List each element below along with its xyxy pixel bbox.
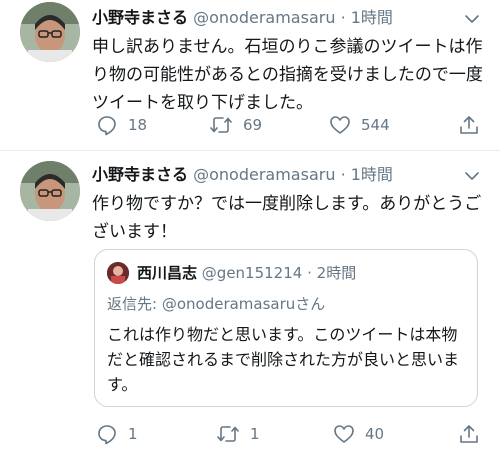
tweet-header: 小野寺まさる @onoderamasaru · 1時間: [92, 165, 393, 185]
separator-dot: ·: [307, 264, 312, 282]
author-handle[interactable]: @onoderamasaru: [193, 165, 335, 184]
retweet-button[interactable]: 1: [216, 423, 260, 445]
tweet-actions: 1 1 40: [92, 423, 487, 447]
retweet-count: 69: [243, 116, 263, 134]
tweet-text: 作り物ですか？では一度削除します。ありがとうございます！: [92, 194, 482, 242]
reply-count: 1: [128, 425, 138, 443]
reply-to-mention[interactable]: @onoderamasaru: [162, 295, 295, 313]
chevron-down-icon[interactable]: [463, 10, 481, 28]
author-name[interactable]: 小野寺まさる: [92, 165, 188, 184]
like-count: 544: [361, 116, 390, 134]
reply-button[interactable]: 1: [96, 423, 138, 445]
like-button[interactable]: 40: [333, 423, 384, 445]
author-handle[interactable]: @onoderamasaru: [193, 8, 335, 27]
quoted-author-name[interactable]: 西川昌志: [137, 264, 197, 282]
like-icon: [333, 423, 355, 445]
reply-icon: [96, 423, 118, 445]
share-button[interactable]: [458, 423, 480, 445]
chevron-down-icon[interactable]: [463, 167, 481, 185]
like-button[interactable]: 544: [329, 114, 390, 136]
avatar-photo: [20, 161, 80, 221]
reply-to-prefix: 返信先:: [107, 295, 162, 313]
reply-count: 18: [128, 116, 148, 134]
avatar-photo: [20, 2, 80, 62]
share-icon: [458, 114, 480, 136]
share-button[interactable]: [458, 114, 480, 136]
retweet-icon: [216, 423, 240, 445]
timestamp[interactable]: 1時間: [351, 8, 393, 27]
retweet-count: 1: [250, 425, 260, 443]
quoted-author-handle[interactable]: @gen151214: [202, 264, 303, 282]
quoted-header: 西川昌志 @gen151214 · 2時間: [137, 262, 356, 284]
retweet-button[interactable]: 69: [209, 114, 262, 136]
timestamp[interactable]: 1時間: [351, 165, 393, 184]
reply-icon: [96, 114, 118, 136]
avatar[interactable]: [20, 2, 80, 62]
share-icon: [458, 423, 480, 445]
tweet-header: 小野寺まさる @onoderamasaru · 1時間: [92, 8, 393, 28]
quoted-timestamp[interactable]: 2時間: [317, 264, 357, 282]
tweet-actions: 18 69 544: [92, 114, 487, 138]
quoted-text: これは作り物だと思います。このツイートは本物だと確認されるまで削除された方が良い…: [107, 325, 460, 394]
retweet-icon: [209, 114, 233, 136]
quoted-tweet[interactable]: 西川昌志 @gen151214 · 2時間 返信先: @onoderamasar…: [94, 249, 478, 407]
like-icon: [329, 114, 351, 136]
separator-dot: ·: [340, 8, 346, 27]
separator-dot: ·: [340, 165, 346, 184]
reply-button[interactable]: 18: [96, 114, 147, 136]
tweet[interactable]: 小野寺まさる @onoderamasaru · 1時間 作り物ですか？では一度削…: [0, 151, 500, 449]
quoted-avatar[interactable]: [107, 262, 129, 284]
reply-to-suffix: さん: [295, 295, 326, 313]
author-name[interactable]: 小野寺まさる: [92, 8, 188, 27]
tweet-text: 申し訳ありません。石垣のりこ参議のツイートは作り物の可能性があるとの指摘を受けま…: [92, 37, 483, 113]
avatar[interactable]: [20, 161, 80, 221]
tweet[interactable]: 小野寺まさる @onoderamasaru · 1時間 申し訳ありません。石垣の…: [0, 0, 500, 150]
like-count: 40: [365, 425, 385, 443]
reply-to-line: 返信先: @onoderamasaruさん: [107, 293, 325, 315]
